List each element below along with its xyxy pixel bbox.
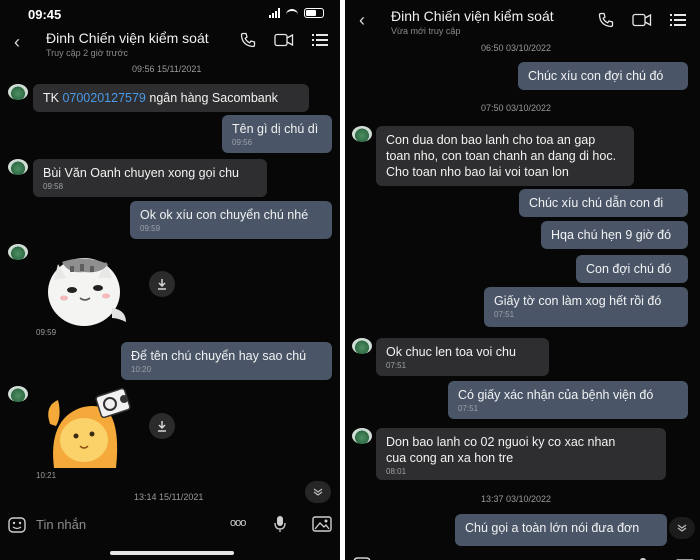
phone-icon[interactable] (240, 32, 256, 48)
battery-icon (304, 8, 324, 18)
message-text: Chúc xíu chú dẫn con đi (529, 196, 664, 210)
message-time: 09:59 (140, 224, 161, 233)
avatar[interactable] (8, 159, 28, 175)
message-line: Don bao lanh co 02 nguoi ky co xac nhan (386, 435, 616, 449)
avatar[interactable] (352, 428, 372, 444)
avatar[interactable] (8, 84, 28, 100)
message-line: cua cong an xa hon tre (386, 451, 514, 465)
message-text: Ok ok xíu con chuyển chú nhé (140, 208, 309, 222)
signal-icon (269, 8, 280, 18)
message-input[interactable]: Tin nhắn (36, 517, 86, 532)
message-bubble-outgoing[interactable]: Để tên chú chuyển hay sao chú 10:20 (121, 342, 332, 380)
date-separator: 06:50 03/10/2022 (481, 43, 552, 53)
message-bubble-outgoing[interactable]: Con đợi chú đó (576, 255, 688, 283)
video-call-icon[interactable] (632, 13, 652, 27)
message-time: 07:51 (494, 310, 515, 319)
message-text: Chúc xíu con đợi chú đó (528, 69, 664, 83)
message-text: Con đợi chú đó (586, 262, 672, 276)
message-bubble-incoming[interactable]: Bùi Văn Oanh chuyen xong gọi chu 09:58 (33, 159, 267, 197)
message-line: toan nho, con toan chanh an dang di hoc. (386, 149, 617, 163)
video-call-icon[interactable] (274, 33, 294, 47)
download-icon[interactable] (149, 413, 175, 439)
status-bar: 09:45 (0, 0, 340, 28)
chat-screen-left: 09:45 ‹ Đinh Chiến viện kiểm soát Truy c… (0, 0, 340, 560)
message-text: Bùi Văn Oanh chuyen xong gọi chu (43, 166, 239, 180)
date-separator: 09:56 15/11/2021 (132, 64, 202, 74)
last-seen-status: Vừa mới truy cập (391, 26, 461, 36)
message-time: 09:58 (43, 182, 64, 191)
contact-name: Đinh Chiến viện kiểm soát (46, 30, 209, 46)
menu-list-icon[interactable] (312, 33, 328, 47)
message-line: Con dua don bao lanh cho toa an gap (386, 133, 596, 147)
more-options-icon[interactable]: ooo (230, 517, 246, 529)
account-number-link[interactable]: 070020127579 (62, 91, 145, 105)
yellow-character-sticker[interactable] (40, 384, 140, 473)
message-text: Có giấy xác nhận của bệnh viện đó (458, 388, 654, 402)
message-bubble-outgoing[interactable]: Chúc xíu con đợi chú đó (518, 62, 688, 90)
date-separator: 13:37 03/10/2022 (481, 494, 552, 504)
sticker-time: 10:21 (36, 471, 57, 480)
chat-screen-right: ‹ Đinh Chiến viện kiểm soát Vừa mới truy… (345, 0, 700, 560)
download-icon[interactable] (149, 271, 175, 297)
message-text: Tên gì dị chú dì (232, 122, 319, 136)
wifi-icon (286, 8, 298, 18)
message-text: Chú gọi a toàn lớn nói đưa đơn (465, 521, 640, 535)
message-bubble-incoming[interactable]: Don bao lanh co 02 nguoi ky co xac nhan … (376, 428, 666, 480)
message-time: 08:01 (386, 467, 407, 476)
chat-header: ‹ Đinh Chiến viện kiểm soát Truy cập 2 g… (0, 28, 340, 64)
phone-icon[interactable] (598, 12, 614, 28)
header-actions (598, 12, 686, 28)
message-time: 09:56 (232, 138, 253, 147)
avatar[interactable] (352, 126, 372, 142)
microphone-icon[interactable] (639, 552, 647, 560)
image-icon[interactable] (312, 516, 332, 537)
message-time: 10:20 (131, 365, 152, 374)
message-text: TK 070020127579 ngân hàng Sacombank (43, 91, 278, 105)
header-actions (240, 32, 328, 48)
cat-sticker[interactable] (42, 252, 132, 335)
message-bubble-outgoing[interactable]: Chúc xíu chú dẫn con đi (519, 189, 688, 217)
home-indicator (110, 551, 234, 555)
message-bubble-outgoing[interactable]: Hqa chú hẹn 9 giờ đó (541, 221, 688, 249)
microphone-icon[interactable] (274, 515, 286, 538)
avatar[interactable] (352, 338, 372, 354)
message-bubble-outgoing[interactable]: Ok ok xíu con chuyển chú nhé 09:59 (130, 201, 332, 239)
message-bubble-incoming[interactable]: TK 070020127579 ngân hàng Sacombank (33, 84, 309, 112)
chat-header: ‹ Đinh Chiến viện kiểm soát Vừa mới truy… (345, 2, 700, 38)
avatar[interactable] (8, 386, 28, 402)
message-text: Hqa chú hẹn 9 giờ đó (551, 228, 672, 242)
status-time: 09:45 (28, 7, 62, 22)
contact-name: Đinh Chiến viện kiểm soát (391, 8, 554, 24)
message-bubble-incoming[interactable]: Ok chuc len toa voi chu 07:51 (376, 338, 549, 376)
avatar[interactable] (8, 244, 28, 260)
message-text: Để tên chú chuyển hay sao chú (131, 349, 307, 363)
menu-list-icon[interactable] (670, 13, 686, 27)
message-text: Ok chuc len toa voi chu (386, 345, 516, 359)
status-icons (269, 8, 324, 18)
message-text: Giấy tờ con làm xog hết rồi đó (494, 294, 662, 308)
last-seen-status: Truy cập 2 giờ trước (46, 48, 129, 58)
image-icon[interactable] (675, 553, 695, 560)
emoji-icon[interactable] (8, 517, 26, 538)
message-time: 07:51 (386, 361, 407, 370)
date-separator: 07:50 03/10/2022 (481, 103, 552, 113)
date-separator: 13:14 15/11/2021 (134, 492, 204, 502)
message-bubble-outgoing[interactable]: Có giấy xác nhận của bệnh viện đó 07:51 (448, 381, 688, 419)
message-bubble-outgoing[interactable]: Tên gì dị chú dì 09:56 (222, 115, 332, 153)
message-bubble-outgoing[interactable]: Giấy tờ con làm xog hết rồi đó 07:51 (484, 287, 688, 327)
message-bubble-incoming[interactable]: Con dua don bao lanh cho toa an gap toan… (376, 126, 634, 186)
back-arrow-icon[interactable]: ‹ (14, 32, 20, 53)
scroll-down-icon[interactable] (305, 481, 331, 503)
message-line: Cho toan nho bao lai voi toan lon (386, 165, 569, 179)
emoji-icon[interactable] (353, 552, 371, 560)
message-time: 07:51 (458, 404, 479, 413)
scroll-down-icon[interactable] (669, 517, 695, 539)
message-bubble-outgoing[interactable]: Chú gọi a toàn lớn nói đưa đơn (455, 514, 667, 546)
message-input-bar: Tin nhắn ooo (0, 510, 340, 540)
back-arrow-icon[interactable]: ‹ (359, 10, 365, 31)
sticker-time: 09:59 (36, 328, 57, 337)
